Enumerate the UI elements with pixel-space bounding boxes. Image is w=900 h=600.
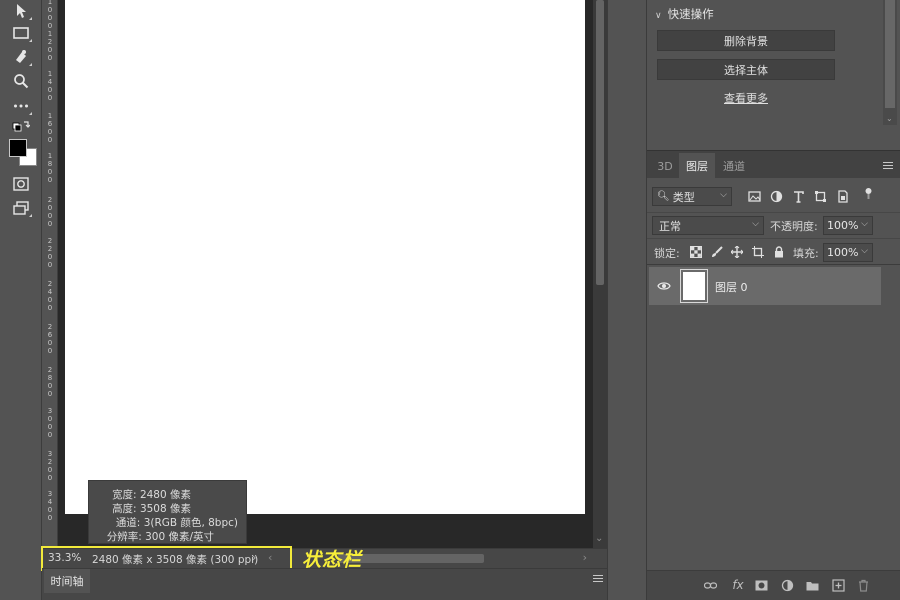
filter-type-icon[interactable] bbox=[791, 189, 806, 204]
layers-bottom-bar: fx bbox=[647, 570, 900, 600]
filter-toggle-icon[interactable] bbox=[861, 186, 876, 201]
right-panels: ∨ 快速操作 删除背景 选择主体 查看更多 ⌄ 3D 图层 通道 🔍︎ 类型 ⌵ bbox=[646, 0, 900, 600]
layer-thumbnail[interactable] bbox=[680, 269, 708, 303]
layer-filter-select[interactable]: 🔍︎ 类型 ⌵ bbox=[652, 187, 732, 206]
lock-artboard-icon[interactable] bbox=[751, 245, 765, 259]
filter-pixel-icon[interactable] bbox=[747, 189, 762, 204]
add-mask-icon[interactable] bbox=[754, 578, 768, 592]
ruler-label: 1000 bbox=[47, 0, 53, 30]
info-width: 宽度: 2480 像素 bbox=[112, 489, 191, 501]
new-layer-icon[interactable] bbox=[831, 578, 845, 592]
eye-icon[interactable] bbox=[657, 280, 671, 292]
chevron-down-icon: ⌵ bbox=[720, 190, 727, 200]
ruler-label: 3400 bbox=[47, 490, 53, 522]
filter-adjustment-icon[interactable] bbox=[769, 189, 784, 204]
adjustment-layer-icon[interactable] bbox=[780, 578, 794, 592]
ruler-label: 2600 bbox=[47, 323, 53, 355]
layer-filter-row: 🔍︎ 类型 ⌵ bbox=[647, 182, 900, 210]
select-subject-button[interactable]: 选择主体 bbox=[657, 59, 835, 80]
layer-row[interactable]: 图层 0 bbox=[649, 267, 881, 305]
vertical-scrollbar[interactable]: ⌄ bbox=[593, 0, 607, 548]
chevron-down-icon: ⌵ bbox=[861, 246, 868, 256]
ruler-label: 3000 bbox=[47, 407, 53, 439]
delete-layer-icon[interactable] bbox=[856, 578, 870, 592]
tab-layers[interactable]: 图层 bbox=[679, 153, 715, 179]
ruler-label: 2800 bbox=[47, 366, 53, 398]
info-resolution: 分辨率: 300 像素/英寸 bbox=[106, 531, 214, 543]
info-channels: 通道: 3(RGB 颜色, 8bpc) bbox=[115, 517, 238, 529]
lock-brush-icon[interactable] bbox=[710, 245, 724, 259]
filter-smart-object-icon[interactable] bbox=[835, 189, 850, 204]
document-info-popup: 宽度: 2480 像素 高度: 3508 像素 通道: 3(RGB 颜色, 8b… bbox=[88, 480, 247, 544]
ruler-label: 3200 bbox=[47, 450, 53, 482]
quick-actions-panel: ∨ 快速操作 删除背景 选择主体 查看更多 ⌄ bbox=[647, 0, 900, 150]
opacity-field[interactable]: 100% ⌵ bbox=[823, 216, 873, 235]
quick-actions-scrollbar[interactable]: ⌄ bbox=[883, 0, 897, 125]
photoshop-window: 10001200 1400 1600 1800 2000 2200 2400 2600 2800… bbox=[0, 0, 900, 600]
quick-actions-header[interactable]: ∨ 快速操作 bbox=[655, 6, 714, 22]
ruler-label: 1800 bbox=[47, 152, 53, 184]
blend-mode-select[interactable]: 正常 ⌵ bbox=[652, 216, 764, 235]
scroll-down-icon[interactable]: ⌄ bbox=[595, 533, 603, 544]
new-group-icon[interactable] bbox=[805, 578, 819, 592]
marquee-tool-icon[interactable] bbox=[8, 22, 34, 44]
ruler-label: 1600 bbox=[47, 112, 53, 144]
object-selection-tool-icon[interactable] bbox=[8, 46, 34, 68]
more-tools-icon[interactable] bbox=[8, 95, 34, 117]
ruler-label: 1400 bbox=[47, 70, 53, 102]
panel-menu-icon[interactable] bbox=[883, 162, 893, 171]
see-more-link[interactable]: 查看更多 bbox=[657, 90, 835, 106]
lock-label: 锁定: bbox=[654, 247, 680, 260]
screen-mode-icon[interactable] bbox=[8, 197, 34, 219]
layer-name[interactable]: 图层 0 bbox=[715, 279, 748, 295]
opacity-value: 100% bbox=[827, 219, 859, 232]
fill-value: 100% bbox=[827, 246, 859, 259]
scroll-down-icon[interactable]: ⌄ bbox=[886, 114, 893, 123]
lock-all-icon[interactable] bbox=[772, 245, 786, 259]
filter-type-value: 类型 bbox=[672, 190, 695, 204]
lock-row: 锁定: 填充: 100% ⌵ bbox=[647, 238, 900, 265]
ruler-label: 2200 bbox=[47, 237, 53, 269]
chevron-down-icon: ⌵ bbox=[861, 219, 868, 229]
foreground-color-swatch[interactable] bbox=[9, 139, 27, 157]
vertical-ruler: 10001200 1400 1600 1800 2000 2200 2400 2600 2800… bbox=[42, 0, 58, 548]
move-tool-icon[interactable] bbox=[8, 0, 34, 22]
search-icon: 🔍︎ bbox=[657, 191, 670, 202]
fill-label: 填充: bbox=[793, 247, 819, 260]
chevron-down-icon: ∨ bbox=[655, 11, 662, 21]
info-height: 高度: 3508 像素 bbox=[112, 503, 191, 515]
tab-channels[interactable]: 通道 bbox=[717, 153, 751, 179]
filter-shape-icon[interactable] bbox=[813, 189, 828, 204]
timeline-menu-icon[interactable] bbox=[593, 575, 603, 583]
hscroll-right-icon[interactable]: › bbox=[583, 551, 587, 564]
zoom-tool-icon[interactable] bbox=[8, 70, 34, 92]
panel-dock-gap bbox=[607, 0, 646, 600]
document-canvas[interactable] bbox=[65, 0, 585, 514]
quick-actions-title: 快速操作 bbox=[667, 7, 714, 21]
remove-background-button[interactable]: 删除背景 bbox=[657, 30, 835, 51]
ruler-label: 2000 bbox=[47, 196, 53, 228]
layers-tab-bar: 3D 图层 通道 bbox=[647, 150, 900, 179]
quick-actions-scroll-thumb[interactable] bbox=[885, 0, 895, 108]
tools-panel bbox=[0, 0, 42, 600]
ruler-label: 2400 bbox=[47, 280, 53, 312]
lock-move-icon[interactable] bbox=[730, 245, 744, 259]
blend-mode-value: 正常 bbox=[659, 219, 681, 233]
fx-icon[interactable]: fx bbox=[729, 578, 747, 592]
chevron-down-icon: ⌵ bbox=[752, 219, 759, 229]
vertical-scroll-thumb[interactable] bbox=[596, 0, 604, 285]
ruler-label: 1200 bbox=[47, 30, 53, 62]
timeline-panel: 时间轴 bbox=[42, 568, 607, 600]
link-layers-icon[interactable] bbox=[703, 578, 717, 592]
tab-3d[interactable]: 3D bbox=[651, 153, 679, 179]
fill-field[interactable]: 100% ⌵ bbox=[823, 243, 873, 262]
blend-row: 正常 ⌵ 不透明度: 100% ⌵ bbox=[647, 212, 900, 238]
tab-timeline[interactable]: 时间轴 bbox=[44, 569, 90, 593]
canvas-area[interactable] bbox=[58, 0, 593, 548]
swap-colors-icon[interactable] bbox=[8, 119, 34, 135]
lock-transparent-icon[interactable] bbox=[689, 245, 703, 259]
opacity-label: 不透明度: bbox=[770, 220, 818, 233]
quick-mask-icon[interactable] bbox=[8, 173, 34, 195]
